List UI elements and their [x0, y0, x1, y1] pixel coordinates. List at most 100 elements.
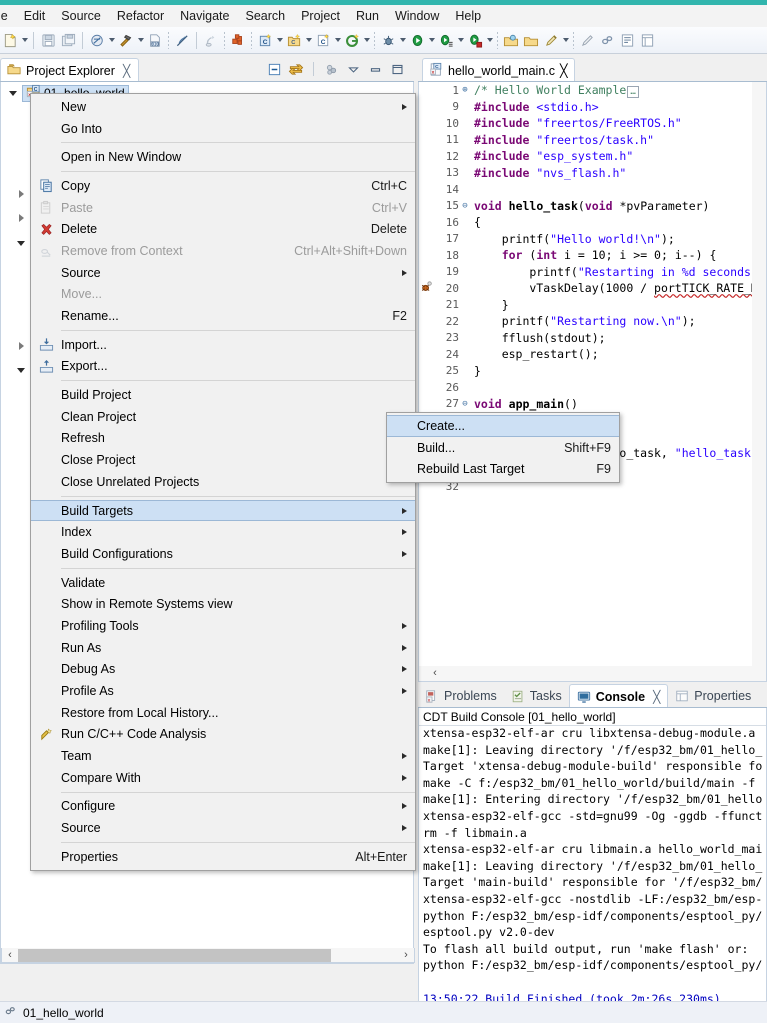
editor-vertical-scrollbar[interactable]	[752, 82, 766, 667]
menu-item-properties[interactable]: Properties Alt+Enter	[31, 846, 415, 868]
terminate-dropdown-icon[interactable]	[485, 29, 494, 51]
new-wizard-icon[interactable]	[0, 29, 20, 51]
menu-item-index[interactable]: Index	[31, 521, 415, 543]
menu-item-remove-from-context[interactable]: Remove from Context Ctrl+Alt+Shift+Down	[31, 240, 415, 262]
menu-item-clean-project[interactable]: Clean Project	[31, 406, 415, 428]
save-all-icon[interactable]	[58, 29, 78, 51]
profile-icon[interactable]	[436, 29, 456, 51]
tree-expander-3[interactable]	[15, 237, 27, 249]
menu-window[interactable]: Window	[387, 7, 447, 25]
tree-expander-1[interactable]	[17, 188, 29, 200]
menu-help[interactable]: Help	[447, 7, 489, 25]
outline-icon[interactable]	[617, 29, 637, 51]
menu-item-refresh[interactable]: RefreshF5	[31, 428, 415, 450]
tab-tasks[interactable]: Tasks	[504, 684, 569, 708]
run-last-tool-icon[interactable]	[201, 29, 221, 51]
new-c-class-dropdown-icon[interactable]	[333, 29, 342, 51]
submenu-item-rebuild-last-target[interactable]: Rebuild Last Target F9	[387, 458, 619, 480]
menu-project[interactable]: Project	[293, 7, 348, 25]
menu-navigate[interactable]: Navigate	[172, 7, 237, 25]
menu-item-open-in-new-window[interactable]: Open in New Window	[31, 146, 415, 168]
pencil-dropdown-icon[interactable]	[561, 29, 570, 51]
debug-dropdown-icon[interactable]	[398, 29, 407, 51]
maximize-icon[interactable]	[388, 60, 406, 78]
chevron-down-icon[interactable]	[7, 87, 19, 99]
project-context-menu[interactable]: New Go Into Open in New Window Copy Ctrl+C Pa…	[30, 93, 416, 871]
build-targets-submenu[interactable]: Create... Build... Shift+F9 Rebuild Last Ta…	[386, 412, 620, 484]
menu-item-delete[interactable]: Delete Delete	[31, 218, 415, 240]
fold-toggle-icon[interactable]: ⊖	[459, 201, 471, 211]
menu-item-validate[interactable]: Validate	[31, 572, 415, 594]
menu-item-copy[interactable]: Copy Ctrl+C	[31, 175, 415, 197]
fold-toggle-icon[interactable]: ⊖	[459, 399, 471, 409]
menu-item-source[interactable]: Source	[31, 817, 415, 839]
menu-refactor[interactable]: Refactor	[109, 7, 172, 25]
menu-run[interactable]: Run	[348, 7, 387, 25]
search-pencil-icon[interactable]	[577, 29, 597, 51]
close-icon[interactable]: ╳	[123, 64, 130, 78]
menu-edit[interactable]: Edit	[16, 7, 54, 25]
menu-item-import[interactable]: Import...	[31, 334, 415, 356]
tab-console[interactable]: Console ╳	[568, 684, 669, 708]
new-c-folder-dropdown-icon[interactable]	[304, 29, 313, 51]
open-type-icon[interactable]	[521, 29, 541, 51]
close-icon[interactable]: ╳	[560, 63, 568, 78]
link-with-editor-icon[interactable]	[287, 60, 305, 78]
tab-hello-world-main-c[interactable]: Cx hello_world_main.c ╳	[422, 58, 575, 82]
profile-dropdown-icon[interactable]	[456, 29, 465, 51]
menu-item-move[interactable]: Move...	[31, 284, 415, 306]
fold-toggle-icon[interactable]: ⊕	[459, 85, 471, 95]
tab-problems[interactable]: x Problems	[418, 684, 504, 708]
collapse-all-icon[interactable]	[265, 60, 283, 78]
menu-item-export[interactable]: Export...	[31, 356, 415, 378]
tree-expander-4[interactable]	[17, 340, 29, 352]
debug-icon[interactable]	[378, 29, 398, 51]
make-target-icon[interactable]	[228, 29, 248, 51]
scroll-left-icon[interactable]: ‹	[2, 949, 18, 962]
build-all-icon[interactable]	[87, 29, 107, 51]
menu-item-close-project[interactable]: Close Project	[31, 449, 415, 471]
new-wizard-dropdown-icon[interactable]	[20, 29, 29, 51]
build-hammer-dropdown-icon[interactable]	[136, 29, 145, 51]
menu-item-restore-from-local-history[interactable]: Restore from Local History...	[31, 702, 415, 724]
properties-icon[interactable]	[637, 29, 657, 51]
run-dropdown-icon[interactable]	[427, 29, 436, 51]
editor-horizontal-scrollbar[interactable]: ‹	[419, 666, 766, 681]
bug-icon[interactable]	[419, 280, 435, 297]
menu-item-run-c-c-code-analysis[interactable]: Run C/C++ Code Analysis	[31, 724, 415, 746]
tab-project-explorer[interactable]: Project Explorer ╳	[0, 58, 140, 82]
link-icon[interactable]	[597, 29, 617, 51]
skip-breakpoints-icon[interactable]	[172, 29, 192, 51]
menu-item-show-in-remote-systems-view[interactable]: Show in Remote Systems view	[31, 593, 415, 615]
binary-icon[interactable]: 010	[145, 29, 165, 51]
new-git-icon[interactable]	[342, 29, 362, 51]
menu-item-source[interactable]: Source	[31, 262, 415, 284]
menu-item-rename[interactable]: Rename... F2	[31, 305, 415, 327]
submenu-item-create[interactable]: Create...	[387, 415, 619, 437]
new-c-project-icon[interactable]: C	[255, 29, 275, 51]
menu-item-build-project[interactable]: Build Project	[31, 384, 415, 406]
menu-item-new[interactable]: New	[31, 96, 415, 118]
menu-item-close-unrelated-projects[interactable]: Close Unrelated Projects	[31, 471, 415, 493]
view-menu-icon[interactable]	[344, 60, 362, 78]
tree-expander-5[interactable]	[15, 364, 27, 376]
minimize-icon[interactable]	[366, 60, 384, 78]
focus-active-task-icon[interactable]	[322, 60, 340, 78]
menu-item-compare-with[interactable]: Compare With	[31, 767, 415, 789]
menu-item-paste[interactable]: Paste Ctrl+V	[31, 197, 415, 219]
submenu-item-build[interactable]: Build... Shift+F9	[387, 437, 619, 459]
terminate-icon[interactable]	[465, 29, 485, 51]
new-c-folder-icon[interactable]: C	[284, 29, 304, 51]
scrollbar-thumb[interactable]	[18, 948, 332, 962]
open-folder-icon[interactable]	[501, 29, 521, 51]
build-all-dropdown-icon[interactable]	[107, 29, 116, 51]
new-git-dropdown-icon[interactable]	[362, 29, 371, 51]
menu-search[interactable]: Search	[237, 7, 293, 25]
menu-item-profiling-tools[interactable]: Profiling Tools	[31, 615, 415, 637]
build-hammer-icon[interactable]	[116, 29, 136, 51]
menu-item-team[interactable]: Team	[31, 745, 415, 767]
menu-item-go-into[interactable]: Go Into	[31, 118, 415, 140]
menu-file[interactable]: le	[0, 7, 16, 25]
tree-horizontal-scrollbar[interactable]: ‹ ›	[1, 948, 415, 963]
menu-item-run-as[interactable]: Run As	[31, 637, 415, 659]
